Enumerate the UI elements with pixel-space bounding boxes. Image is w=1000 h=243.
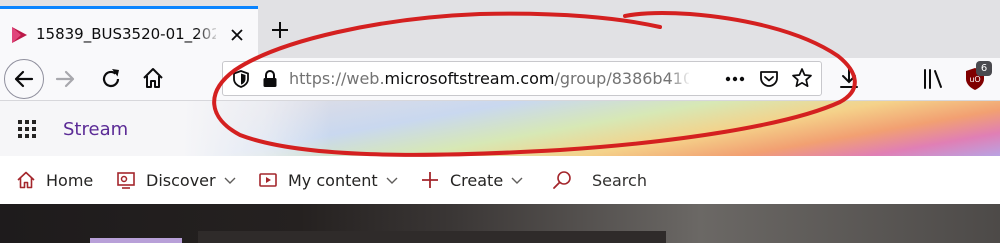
browser-tab[interactable]: 15839_BUS3520-01_2020 - High: [0, 6, 258, 58]
menu-label-create: Create: [450, 170, 504, 190]
library-icon[interactable]: [920, 66, 946, 92]
pocket-icon[interactable]: [758, 68, 780, 90]
menu-label-home: Home: [46, 170, 94, 190]
menu-label-discover: Discover: [146, 170, 216, 190]
star-icon[interactable]: [791, 67, 813, 89]
video-player-preview[interactable]: [0, 204, 1000, 243]
address-bar[interactable]: https://web.microsoftstream.com/group/83…: [222, 61, 822, 96]
chevron-down-icon: [511, 177, 523, 184]
app-brand[interactable]: Stream: [63, 119, 128, 140]
menu-item-home[interactable]: Home: [16, 156, 93, 204]
menu-item-my-content[interactable]: My content: [258, 156, 399, 204]
menu-item-discover[interactable]: Discover: [116, 156, 237, 204]
tab-title: 15839_BUS3520-01_2020 - High: [36, 25, 216, 43]
extension-badge: 6: [976, 61, 992, 76]
app-menu: Home Discover My content Create Search: [0, 156, 1000, 204]
url-domain: microsoftstream.com: [384, 69, 555, 88]
chevron-down-icon: [224, 177, 236, 184]
app-header: Stream: [0, 101, 1000, 156]
home-icon[interactable]: [140, 65, 166, 91]
nav-toolbar: https://web.microsoftstream.com/group/83…: [0, 58, 1000, 101]
header-left: [0, 101, 330, 156]
reload-icon[interactable]: [98, 66, 124, 92]
menu-item-search[interactable]: Search: [552, 156, 647, 204]
ellipsis-icon[interactable]: [723, 69, 747, 89]
forward-arrow-icon[interactable]: [52, 66, 78, 92]
plus-icon: [422, 172, 438, 188]
search-icon: [553, 171, 571, 189]
download-icon[interactable]: [836, 66, 862, 92]
back-button[interactable]: [4, 59, 44, 99]
menu-label-search: Search: [592, 170, 647, 190]
stream-play-icon: [12, 27, 27, 43]
home-icon: [17, 171, 35, 189]
svg-text:uO: uO: [969, 75, 980, 84]
plus-icon[interactable]: [268, 18, 292, 42]
menu-item-create[interactable]: Create: [420, 156, 524, 204]
close-icon[interactable]: [226, 24, 248, 46]
shield-icon[interactable]: [231, 69, 251, 89]
url-fade: [669, 66, 691, 92]
back-arrow-icon: [14, 70, 34, 88]
menu-label-my-content: My content: [288, 170, 378, 190]
chevron-down-icon: [386, 177, 398, 184]
tab-title-fade: [196, 21, 220, 49]
video-icon: [259, 173, 277, 187]
lock-icon[interactable]: [261, 69, 279, 89]
url-text[interactable]: https://web.microsoftstream.com/group/83…: [289, 69, 689, 88]
video-overlay-strip: [90, 238, 182, 243]
waffle-icon[interactable]: [18, 120, 36, 138]
video-overlay-bar: [198, 231, 666, 243]
tab-strip: 15839_BUS3520-01_2020 - High: [0, 0, 1000, 58]
url-prefix: https://web.: [289, 69, 385, 88]
discover-icon: [117, 172, 135, 189]
